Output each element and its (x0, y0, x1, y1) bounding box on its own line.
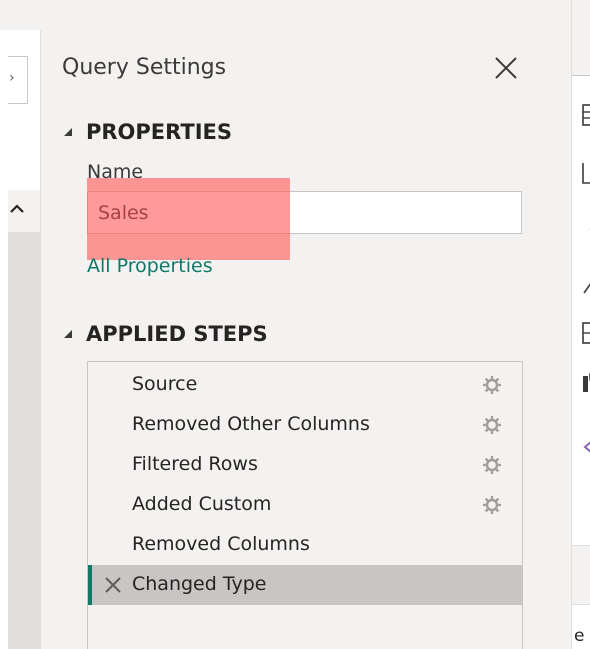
step-label: Source (132, 373, 198, 395)
truncated-text: e (574, 626, 585, 646)
collapse-triangle-icon (64, 128, 72, 136)
step-label: Filtered Rows (132, 453, 258, 475)
queries-pane-edge: › (0, 0, 42, 649)
collapse-triangle-icon (64, 330, 72, 338)
step-filtered-rows[interactable]: Filtered Rows (88, 445, 522, 485)
gear-icon[interactable] (482, 495, 502, 515)
delete-step-icon[interactable] (102, 574, 124, 596)
pane-title: Query Settings (62, 55, 227, 80)
gear-icon[interactable] (482, 415, 502, 435)
query-settings-pane: Query Settings PROPERTIES Name All Prope… (41, 0, 571, 649)
step-label: Removed Other Columns (132, 413, 370, 435)
formula-icon[interactable] (582, 436, 590, 458)
step-changed-type[interactable]: Changed Type (88, 565, 522, 605)
step-label: Added Custom (132, 493, 272, 515)
queries-collapse-toggle[interactable]: › (8, 56, 28, 104)
column-icon[interactable] (582, 372, 590, 394)
query-name-input[interactable] (87, 191, 522, 234)
applied-steps-list: Source Removed Other Columns Filtered Ro… (87, 361, 523, 649)
step-source[interactable]: Source (88, 365, 522, 405)
properties-section-header[interactable]: PROPERTIES (62, 120, 232, 144)
step-added-custom[interactable]: Added Custom (88, 485, 522, 525)
table-icon[interactable] (582, 104, 590, 126)
name-label: Name (87, 161, 144, 183)
properties-heading: PROPERTIES (86, 120, 232, 144)
applied-steps-section-header[interactable]: APPLIED STEPS (62, 322, 268, 346)
chevron-icon: › (9, 70, 15, 86)
refresh-icon[interactable] (582, 218, 590, 240)
close-button[interactable] (490, 52, 522, 84)
gear-icon[interactable] (482, 455, 502, 475)
step-label: Changed Type (132, 573, 267, 595)
close-icon (495, 57, 517, 79)
applied-steps-heading: APPLIED STEPS (86, 322, 268, 346)
step-removed-columns[interactable]: Removed Columns (88, 525, 522, 565)
right-ribbon-section (572, 545, 590, 605)
all-properties-link[interactable]: All Properties (87, 255, 213, 277)
right-ribbon-header (572, 0, 590, 76)
scroll-up-icon[interactable] (10, 204, 24, 214)
selected-step-indicator (88, 565, 92, 605)
step-removed-other-columns[interactable]: Removed Other Columns (88, 405, 522, 445)
gear-icon[interactable] (482, 375, 502, 395)
step-label: Removed Columns (132, 533, 310, 555)
chart-icon[interactable] (582, 162, 590, 184)
edit-icon[interactable] (582, 273, 590, 295)
queries-scroll-thumb[interactable] (8, 232, 40, 649)
grid-icon[interactable] (582, 322, 590, 344)
queries-pane-header (0, 0, 42, 30)
right-ribbon-edge: e (571, 0, 590, 649)
